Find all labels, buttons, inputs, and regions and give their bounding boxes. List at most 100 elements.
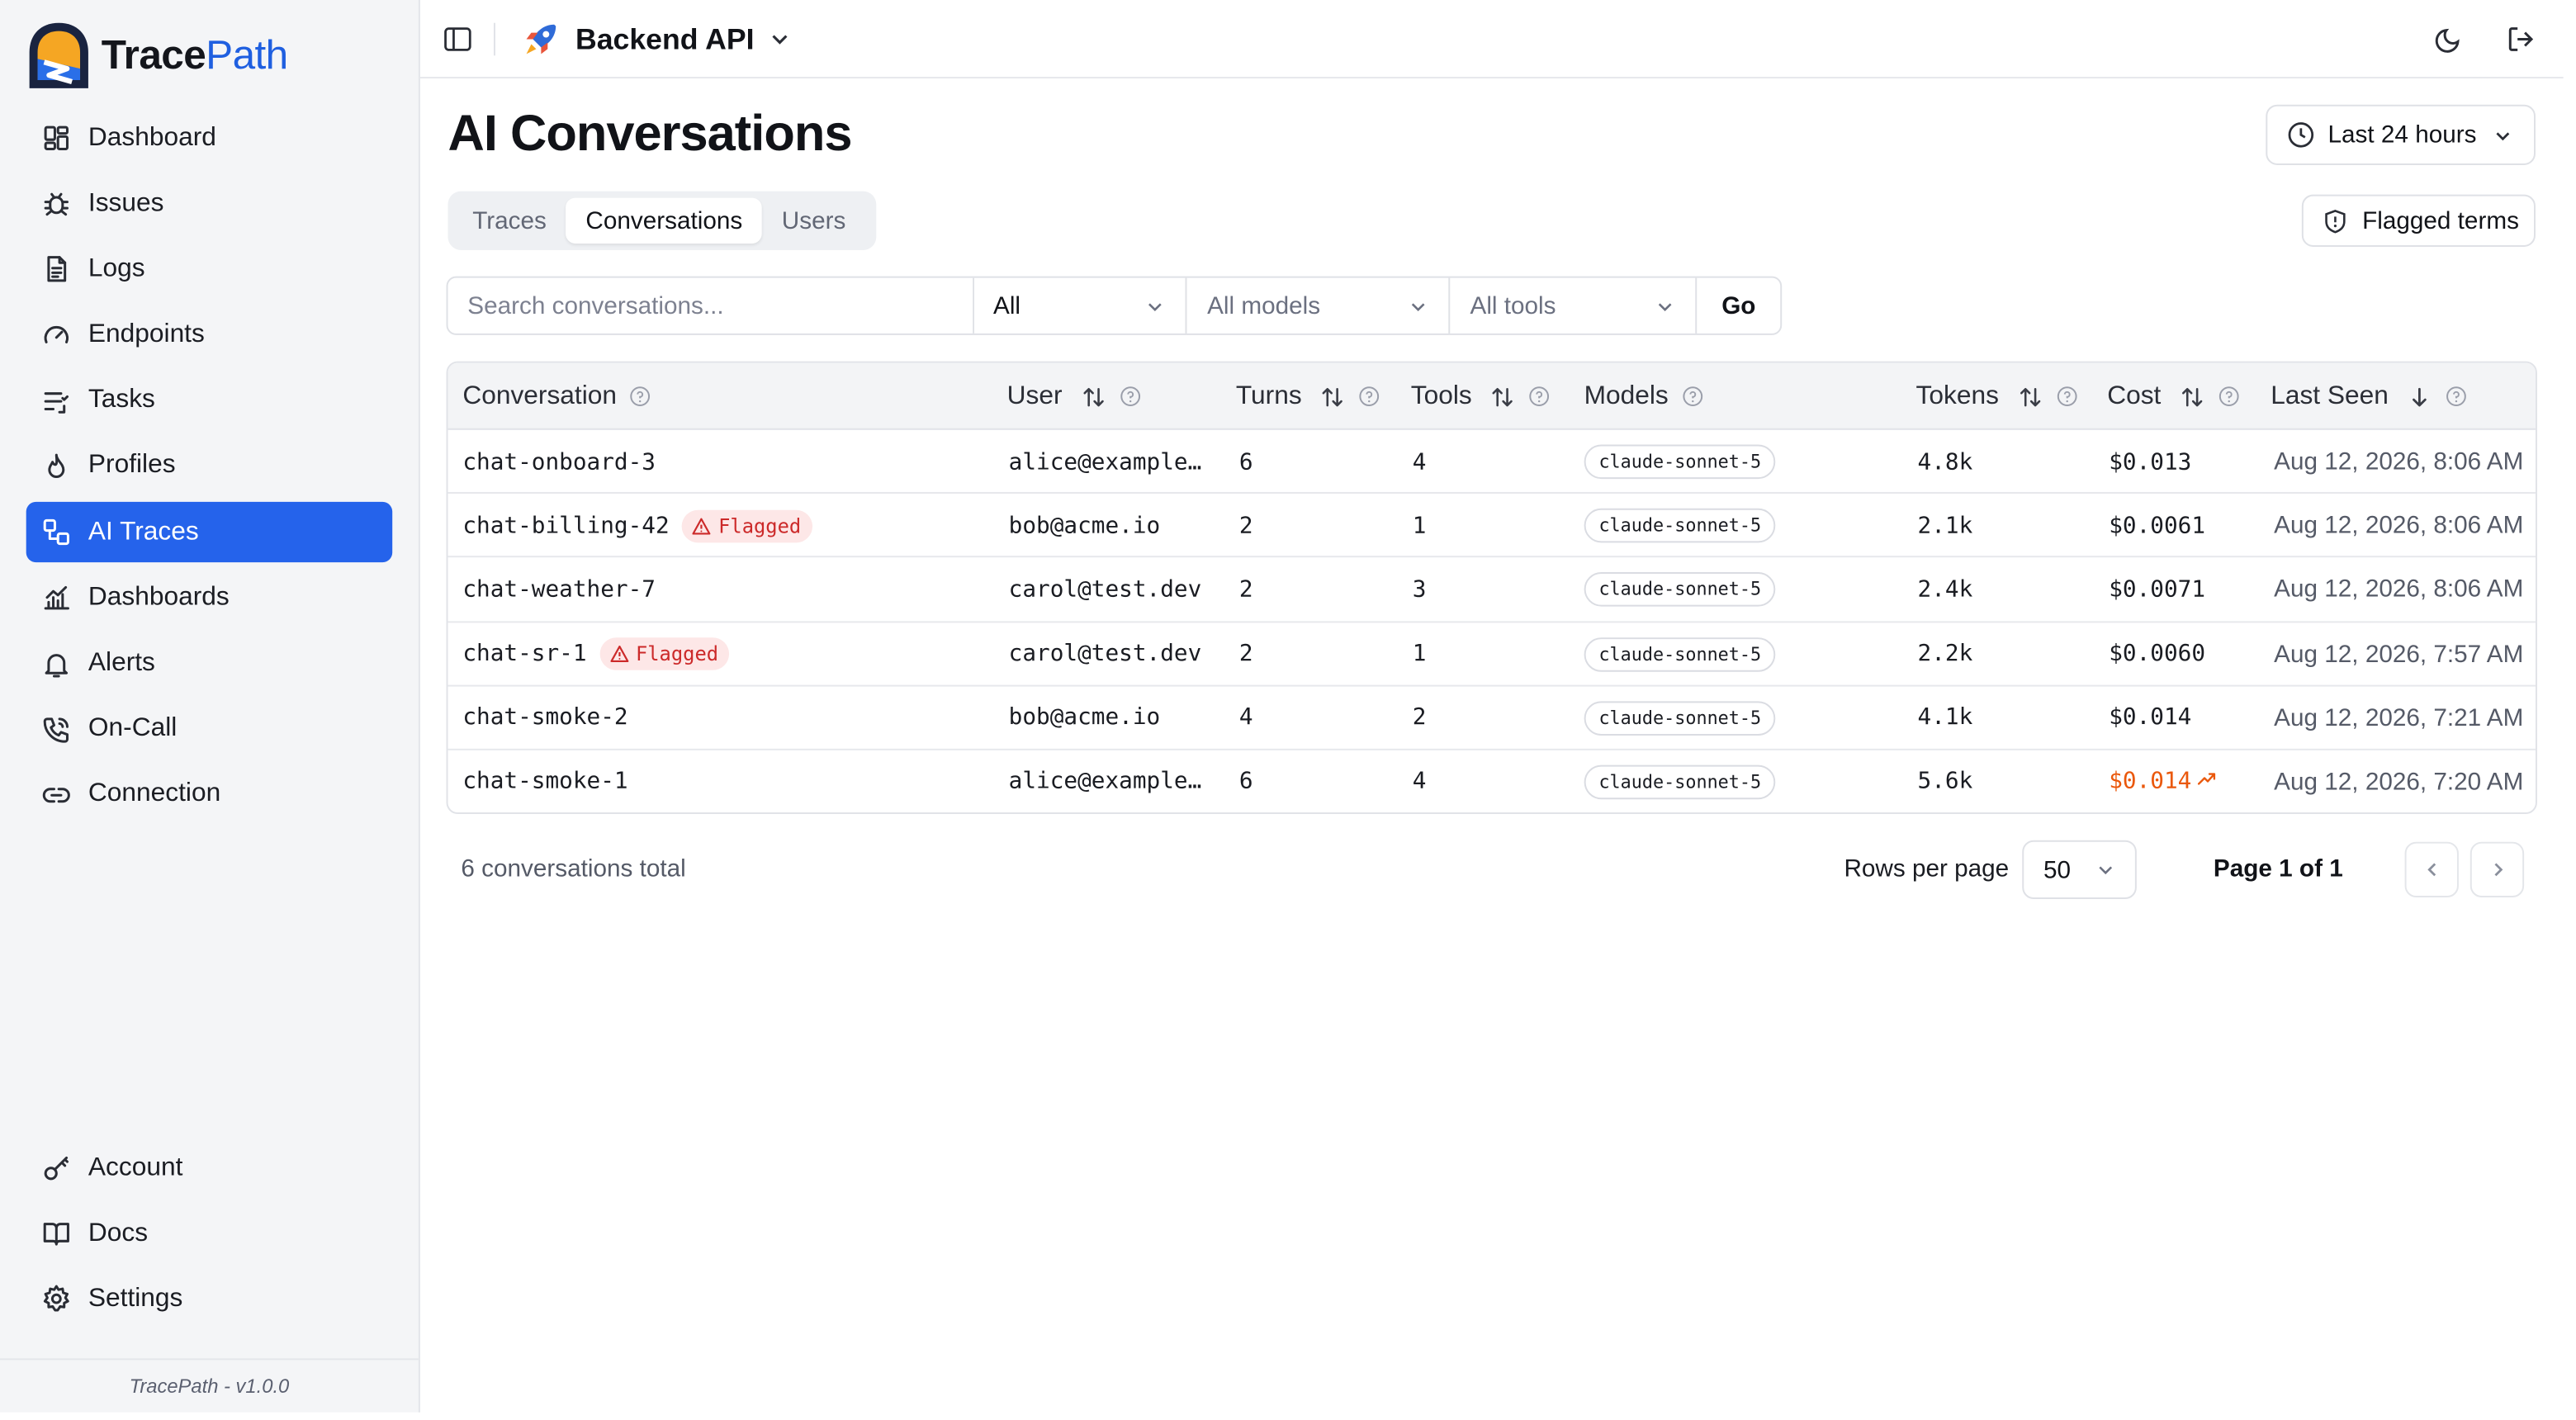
- sidebar-item-label: Profiles: [88, 452, 176, 480]
- last-seen: Aug 12, 2026, 8:06 AM: [2274, 575, 2524, 604]
- chevron-down-icon: [1412, 302, 1425, 311]
- go-button[interactable]: Go: [1697, 278, 1780, 334]
- time-range-select[interactable]: Last 24 hours: [2266, 104, 2536, 165]
- sort-icon[interactable]: [2179, 383, 2205, 409]
- status-filter-select[interactable]: All: [973, 277, 1188, 334]
- cost-value: $0.0061: [2109, 513, 2206, 539]
- list-checks-icon: [44, 391, 69, 414]
- conversation-id[interactable]: chat-smoke-2: [462, 705, 627, 731]
- help-circle-icon[interactable]: [1682, 386, 1703, 407]
- column-header-user[interactable]: User: [1007, 363, 1141, 430]
- table-row[interactable]: chat-sr-1 Flagged carol@test.dev 2 1 claude-s…: [447, 622, 2536, 687]
- sidebar-item-dashboard[interactable]: Dashboard: [26, 108, 393, 168]
- help-circle-icon[interactable]: [2446, 386, 2467, 407]
- column-header-tokens[interactable]: Tokens: [1916, 363, 2077, 430]
- clock-icon: [2288, 122, 2314, 148]
- column-header-tools[interactable]: Tools: [1411, 363, 1551, 430]
- next-page-button[interactable]: [2469, 841, 2525, 898]
- tab-users[interactable]: Users: [762, 198, 865, 244]
- table-cell: 2.4k: [1918, 558, 1973, 622]
- help-circle-icon[interactable]: [1359, 386, 1380, 407]
- sidebar-item-logs[interactable]: Logs: [26, 239, 393, 300]
- flagged-badge: Flagged: [682, 509, 813, 542]
- tokens-count: 2.4k: [1917, 576, 1973, 604]
- conversation-id[interactable]: chat-onboard-3: [462, 449, 656, 476]
- prev-page-button[interactable]: [2404, 841, 2459, 898]
- sidebar-nav-bottom: Account Docs Settings: [26, 1138, 393, 1335]
- table-cell: 2: [1239, 494, 1253, 557]
- time-range-label: Last 24 hours: [2327, 121, 2477, 149]
- table-cell: claude-sonnet-5: [1584, 558, 1776, 622]
- phone-icon: [43, 717, 69, 743]
- sidebar-item-tasks[interactable]: Tasks: [26, 371, 393, 431]
- help-circle-icon[interactable]: [1120, 386, 1141, 407]
- flagged-badge-label: Flagged: [635, 642, 719, 665]
- project-switcher[interactable]: Backend API: [522, 18, 792, 60]
- column-header-conversation[interactable]: Conversation: [462, 363, 651, 430]
- sidebar-item-profiles[interactable]: Profiles: [26, 437, 393, 497]
- sidebar-item-endpoints[interactable]: Endpoints: [26, 305, 393, 365]
- sort-icon[interactable]: [1080, 383, 1106, 409]
- table-cell: 5.6k: [1918, 750, 1973, 812]
- sidebar-item-issues[interactable]: Issues: [26, 173, 393, 234]
- help-circle-icon[interactable]: [2056, 386, 2077, 407]
- sidebar-item-on-call[interactable]: On-Call: [26, 699, 393, 760]
- last-seen: Aug 12, 2026, 7:57 AM: [2274, 640, 2524, 668]
- help-circle-icon[interactable]: [630, 386, 651, 407]
- column-header-cost[interactable]: Cost: [2107, 363, 2239, 430]
- search-input[interactable]: [447, 277, 974, 334]
- help-circle-icon[interactable]: [1529, 386, 1551, 407]
- chevron-right-icon: [2493, 863, 2503, 877]
- sidebar-item-connection[interactable]: Connection: [26, 764, 393, 825]
- sidebar-item-docs[interactable]: Docs: [26, 1204, 393, 1264]
- conversation-id[interactable]: chat-billing-42: [462, 513, 669, 539]
- sidebar: TracePath Dashboard Issues Logs Endpoints Ta…: [0, 0, 420, 1413]
- sort-icon[interactable]: [1489, 383, 1516, 409]
- table-cell: chat-smoke-2: [462, 686, 627, 750]
- sidebar-item-ai-traces[interactable]: AI Traces: [26, 502, 393, 563]
- column-header-models[interactable]: Models: [1584, 363, 1703, 430]
- moon-icon[interactable]: [2434, 25, 2464, 54]
- table-cell: 6: [1239, 430, 1253, 494]
- table-cell: bob@acme.io: [1009, 494, 1161, 557]
- sidebar-toggle-icon[interactable]: [443, 25, 473, 54]
- tab-conversations[interactable]: Conversations: [566, 197, 763, 244]
- conversation-id[interactable]: chat-sr-1: [462, 641, 586, 667]
- app-name-part2: Path: [206, 31, 288, 78]
- cost-value: $0.014: [2109, 704, 2192, 731]
- conversation-id[interactable]: chat-weather-7: [462, 577, 656, 604]
- sidebar-item-alerts[interactable]: Alerts: [26, 633, 393, 693]
- table-cell: $0.0061: [2109, 494, 2205, 557]
- models-filter-select[interactable]: All models: [1187, 277, 1451, 334]
- column-header-last-seen[interactable]: Last Seen: [2271, 363, 2467, 430]
- sort-icon[interactable]: [1319, 383, 1346, 409]
- help-circle-icon[interactable]: [2218, 386, 2240, 407]
- sidebar-item-account[interactable]: Account: [26, 1138, 393, 1198]
- last-seen: Aug 12, 2026, 8:06 AM: [2274, 512, 2524, 540]
- table-row[interactable]: chat-onboard-3 alice@example… 6 4 claude-son…: [447, 430, 2536, 495]
- sidebar-item-dashboards[interactable]: Dashboards: [26, 568, 393, 628]
- turns-count: 6: [1238, 769, 1253, 796]
- table-row[interactable]: chat-weather-7 carol@test.dev 2 3 claude-son…: [447, 558, 2536, 622]
- model-badge: claude-sonnet-5: [1584, 509, 1776, 543]
- rows-per-page-select[interactable]: 50: [2022, 840, 2137, 899]
- rows-per-page-value: 50: [2043, 855, 2072, 884]
- cost-value: $0.0060: [2109, 641, 2206, 667]
- model-badge: claude-sonnet-5: [1584, 764, 1776, 800]
- conversation-id[interactable]: chat-smoke-1: [462, 769, 627, 795]
- table-cell: 4.1k: [1918, 686, 1973, 750]
- table-cell: $0.0071: [2109, 558, 2205, 622]
- sort-desc-icon[interactable]: [2407, 383, 2433, 409]
- flagged-terms-button[interactable]: Flagged terms: [2301, 194, 2536, 247]
- logout-icon[interactable]: [2506, 25, 2536, 54]
- sidebar-item-settings[interactable]: Settings: [26, 1269, 393, 1329]
- tools-count: 2: [1412, 704, 1427, 731]
- tab-traces[interactable]: Traces: [452, 198, 566, 244]
- sort-icon[interactable]: [2017, 383, 2043, 409]
- column-header-turns[interactable]: Turns: [1236, 363, 1380, 430]
- table-row[interactable]: chat-billing-42 Flagged bob@acme.io 2 1 claud…: [447, 494, 2536, 558]
- tools-filter-select[interactable]: All tools: [1451, 277, 1698, 334]
- table-row[interactable]: chat-smoke-2 bob@acme.io 4 2 claude-sonnet-5…: [447, 686, 2536, 750]
- logo[interactable]: TracePath: [26, 20, 288, 92]
- table-row[interactable]: chat-smoke-1 alice@example… 6 4 claude-sonne…: [448, 750, 2536, 812]
